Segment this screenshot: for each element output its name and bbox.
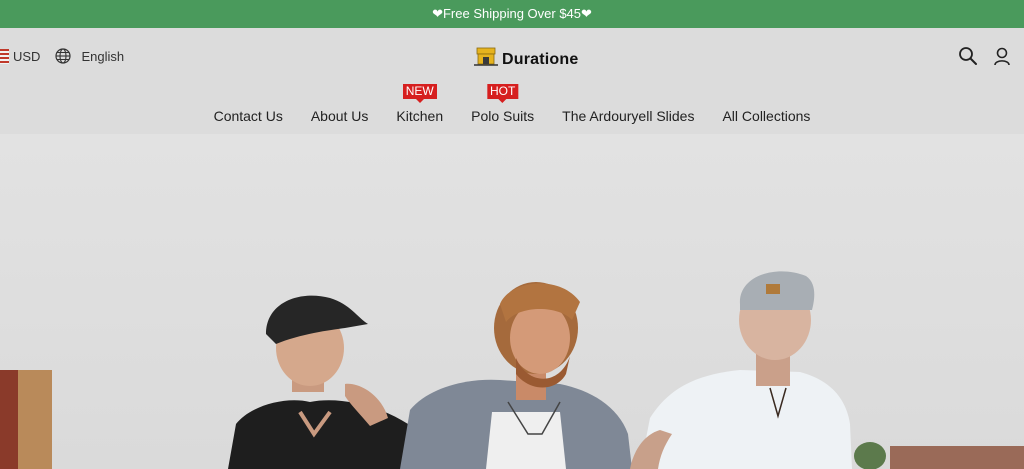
header-right-tools (944, 46, 1012, 66)
us-flag-icon (0, 48, 9, 64)
nav-item-all-collections[interactable]: All Collections (722, 108, 810, 124)
main-nav: Contact Us About Us NEW Kitchen HOT Polo… (0, 84, 1024, 124)
nav-item-kitchen[interactable]: NEW Kitchen (396, 84, 444, 124)
hero-image (0, 271, 1024, 469)
nav-item-label: Kitchen (396, 108, 444, 124)
nav-item-polo-suits[interactable]: HOT Polo Suits (471, 84, 535, 124)
announcement-text: ❤Free Shipping Over $45❤ (432, 6, 592, 21)
announcement-bar: ❤Free Shipping Over $45❤ (0, 0, 1024, 28)
search-icon[interactable] (958, 46, 978, 66)
language-label: English (81, 48, 125, 64)
currency-label: USD (13, 48, 41, 64)
user-icon[interactable] (992, 46, 1012, 66)
logo-text: Duratione (502, 50, 579, 68)
nav-item-label: About Us (310, 108, 369, 124)
new-badge: NEW (402, 84, 437, 103)
currency-selector[interactable]: USD (0, 48, 41, 64)
site-logo[interactable]: Duratione (474, 46, 578, 73)
nav-item-about-us[interactable]: About Us (311, 108, 369, 124)
nav-item-label: Polo Suits (471, 108, 535, 124)
language-selector[interactable]: English (40, 48, 124, 64)
nav-item-contact-us[interactable]: Contact Us (214, 108, 283, 124)
nav-item-label: The Ardouryell Slides (562, 108, 695, 124)
hot-badge: HOT (486, 84, 519, 103)
site-header: USD English Duratione Contact Us About U… (0, 28, 1024, 134)
header-left-tools: USD English (0, 48, 124, 64)
store-icon (474, 46, 498, 73)
nav-item-ardouryell-slides[interactable]: The Ardouryell Slides (562, 108, 694, 124)
nav-item-label: All Collections (722, 108, 811, 124)
nav-item-label: Contact Us (213, 108, 283, 124)
globe-icon (55, 48, 72, 64)
hero-banner[interactable] (0, 134, 1024, 469)
